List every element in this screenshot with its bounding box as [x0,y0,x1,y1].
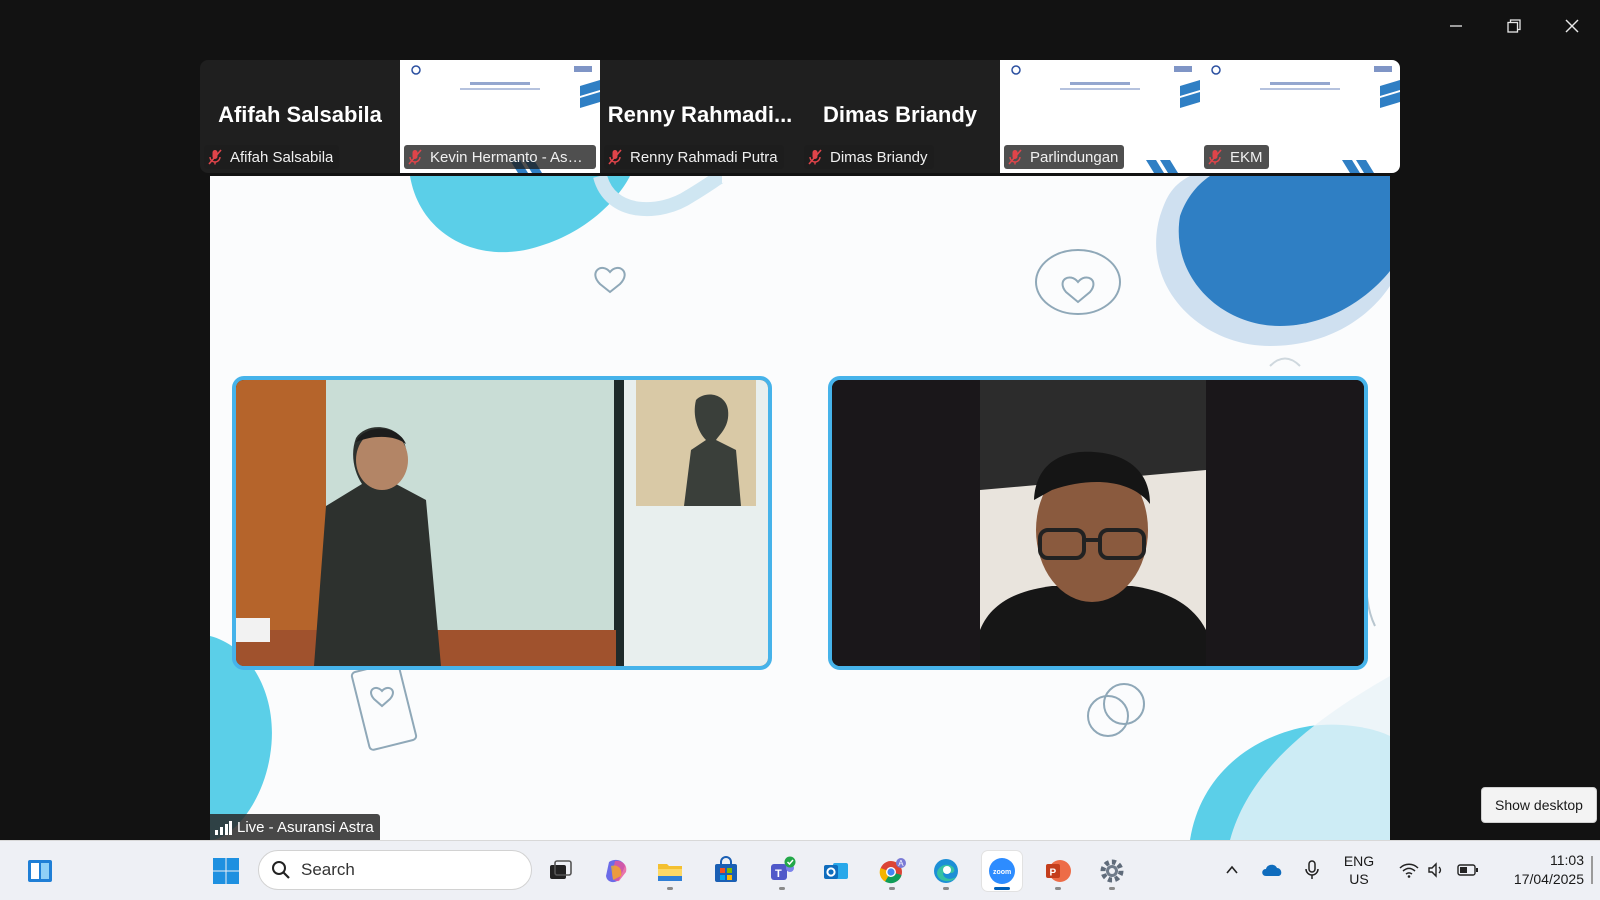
participant-tile[interactable]: Kevin Hermanto - Asur... [400,60,600,173]
volume-icon[interactable] [1424,852,1448,888]
taskbar-clock[interactable]: 11:03 17/04/2025 [1492,852,1584,888]
minimize-icon[interactable] [1436,8,1476,44]
svg-text:zoom: zoom [993,869,1011,876]
file-explorer-icon[interactable] [650,851,690,891]
participant-big-name: Dimas Briandy [822,102,978,127]
task-view-icon[interactable] [540,851,580,891]
onedrive-icon[interactable] [1258,852,1286,888]
teams-icon[interactable]: T [762,851,802,891]
outlook-icon[interactable] [816,851,856,891]
participant-big-name: Renny Rahmadi... [607,102,793,127]
participant-name-label: Parlindungan [1004,145,1125,169]
participant-name-label: Dimas Briandy [804,145,934,169]
clock-time: 11:03 [1550,852,1584,868]
edge-icon[interactable] [926,851,966,891]
participant-label-text: Renny Rahmadi Putra [630,148,778,166]
participant-camera-feed [832,380,1364,666]
wifi-icon[interactable] [1396,852,1422,888]
restore-icon[interactable] [1494,8,1534,44]
shared-screen: Live - Asuransi Astra [210,176,1390,840]
mic-muted-icon [1008,149,1022,165]
mic-muted-icon [808,149,822,165]
input-language-indicator[interactable]: ENG US [1336,852,1382,888]
show-hidden-icons-chevron-icon[interactable] [1220,852,1244,888]
participant-label-text: Afifah Salsabila [230,148,334,166]
show-desktop-tooltip: Show desktop [1481,787,1597,823]
participant-name-label: EKM [1204,145,1269,169]
live-stream-text: Live - Asuransi Astra [237,818,374,836]
search-placeholder: Search [301,860,355,879]
mic-muted-icon [208,149,222,165]
signal-strength-icon [215,821,232,835]
participant-name-label: Renny Rahmadi Putra [604,145,784,169]
mic-muted-icon [608,149,622,165]
microphone-icon[interactable] [1300,852,1324,888]
participant-tile[interactable]: Afifah Salsabila Afifah Salsabila [200,60,400,173]
participant-label-text: Kevin Hermanto - Asur... [430,148,590,166]
participant-tile[interactable]: Parlindungan [1000,60,1200,173]
participant-big-name: Afifah Salsabila [218,102,382,127]
participant-label-text: Parlindungan [1030,148,1119,166]
participant-strip: Afifah Salsabila Afifah Salsabila Kevin … [200,60,1400,173]
search-icon [272,861,290,879]
participant-video[interactable] [828,376,1368,670]
microsoft-store-icon[interactable] [706,851,746,891]
lang-region: US [1349,871,1369,887]
close-icon[interactable] [1552,8,1592,44]
zoom-meeting-window: Afifah Salsabila Afifah Salsabila Kevin … [0,0,1600,840]
zoom-icon[interactable]: zoom [982,851,1022,891]
battery-icon[interactable] [1454,852,1482,888]
presenter-video-room[interactable] [232,376,772,670]
taskbar-search-box[interactable]: Search [258,850,532,890]
powerpoint-icon[interactable]: P [1038,851,1078,891]
participant-name-label: Kevin Hermanto - Asur... [404,145,596,169]
room-camera-feed [236,380,768,666]
participant-label-text: EKM [1230,148,1263,166]
show-desktop-button[interactable] [1591,856,1593,884]
widgets-icon[interactable] [20,851,60,891]
svg-text:A: A [898,859,904,868]
svg-text:P: P [1050,868,1057,879]
settings-icon[interactable] [1092,851,1132,891]
participant-label-text: Dimas Briandy [830,148,928,166]
svg-text:T: T [775,868,782,880]
mic-muted-icon [1208,149,1222,165]
participant-name-label: Afifah Salsabila [204,145,340,169]
live-stream-label: Live - Asuransi Astra [210,814,380,840]
participant-tile[interactable]: Dimas Briandy Dimas Briandy [800,60,1000,173]
participant-tile[interactable]: EKM [1200,60,1400,173]
lang-code: ENG [1343,853,1375,869]
mic-muted-icon [408,149,422,165]
clock-date: 17/04/2025 [1513,871,1584,887]
chrome-icon[interactable]: A [872,851,912,891]
participant-tile[interactable]: Renny Rahmadi... Renny Rahmadi Putra [600,60,800,173]
start-icon[interactable] [206,851,246,891]
copilot-icon[interactable] [596,851,636,891]
